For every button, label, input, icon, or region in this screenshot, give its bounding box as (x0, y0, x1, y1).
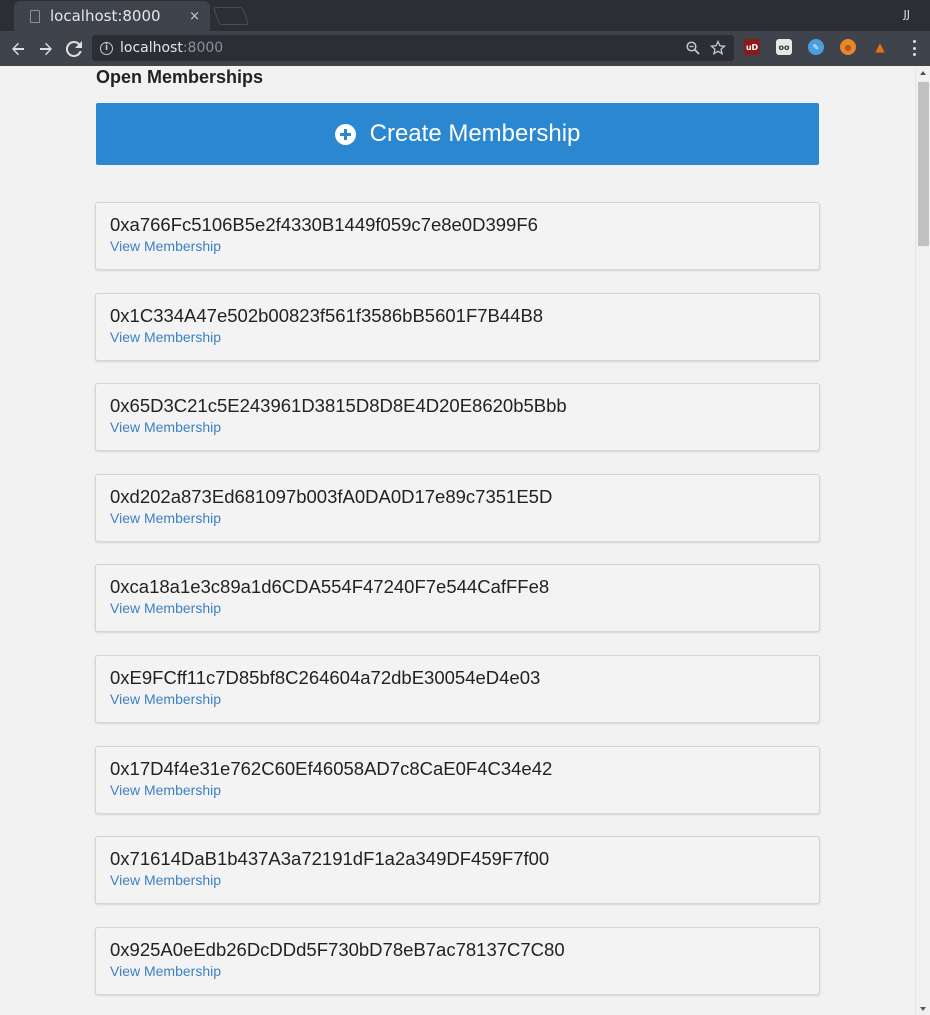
metamask-fox-icon[interactable]: ▲ (872, 39, 888, 55)
scroll-up-arrow-icon[interactable] (920, 71, 926, 75)
scroll-down-arrow-icon[interactable] (920, 1007, 926, 1011)
basketball-icon[interactable]: ● (840, 39, 856, 55)
view-membership-link[interactable]: View Membership (110, 238, 221, 254)
info-icon[interactable]: i (100, 41, 113, 55)
star-icon[interactable] (709, 39, 727, 57)
membership-address: 0x17D4f4e31e762C60Ef46058AD7c8CaE0F4C34e… (110, 758, 553, 779)
reload-icon[interactable] (62, 37, 86, 61)
view-membership-link[interactable]: View Membership (110, 329, 221, 345)
view-membership-link[interactable]: View Membership (110, 782, 221, 798)
browser-menu-icon[interactable] (910, 38, 918, 58)
view-membership-link[interactable]: View Membership (110, 963, 221, 979)
page-icon (30, 9, 40, 23)
browser-tab-bar: localhost:8000 × JJ (0, 0, 930, 31)
membership-address: 0xca18a1e3c89a1d6CDA554F47240F7e544CafFF… (110, 576, 550, 597)
membership-address: 0x65D3C21c5E243961D3815D8D8E4D20E8620b5B… (110, 395, 567, 416)
back-arrow-icon[interactable] (6, 37, 30, 61)
membership-card: 0x1C334A47e502b00823f561f3586bB5601F7B44… (95, 293, 820, 361)
create-membership-label: Create Membership (369, 120, 581, 147)
membership-address: 0x925A0eEdb26DcDDd5F730bD78eB7ac78137C7C… (110, 939, 565, 960)
membership-card: 0x17D4f4e31e762C60Ef46058AD7c8CaE0F4C34e… (95, 746, 820, 814)
view-membership-link[interactable]: View Membership (110, 600, 221, 616)
ublock-origin-icon[interactable]: uD (744, 39, 760, 55)
membership-address: 0xE9FCff11c7D85bf8C264604a72dbE30054eD4e… (110, 667, 541, 688)
new-tab-button[interactable] (212, 7, 250, 25)
scrollbar-thumb[interactable] (918, 82, 929, 246)
page-viewport: Open Memberships Create Membership 0xa76… (0, 66, 915, 1015)
view-membership-link[interactable]: View Membership (110, 691, 221, 707)
membership-card: 0xE9FCff11c7D85bf8C264604a72dbE30054eD4e… (95, 655, 820, 723)
plus-circle-icon (334, 123, 356, 145)
url-port: :8000 (182, 40, 224, 56)
membership-card: 0x925A0eEdb26DcDDd5F730bD78eB7ac78137C7C… (95, 927, 820, 995)
membership-address: 0xa766Fc5106B5e2f4330B1449f059c7e8e0D399… (110, 214, 538, 235)
vertical-scrollbar[interactable] (915, 66, 930, 1015)
address-bar[interactable]: i localhost :8000 (92, 35, 734, 61)
browser-toolbar: i localhost :8000 uD oo ✎ ● ▲ (0, 31, 930, 66)
ghostery-icon[interactable]: oo (776, 39, 792, 55)
forward-arrow-icon[interactable] (34, 37, 58, 61)
feather-icon[interactable]: ✎ (808, 39, 824, 55)
create-membership-button[interactable]: Create Membership (96, 103, 819, 165)
view-membership-link[interactable]: View Membership (110, 510, 221, 526)
membership-address: 0xd202a873Ed681097b003fA0DA0D17e89c7351E… (110, 486, 553, 507)
view-membership-link[interactable]: View Membership (110, 872, 221, 888)
url-host: localhost (120, 40, 183, 56)
page-title: Open Memberships (96, 67, 264, 87)
membership-card: 0xa766Fc5106B5e2f4330B1449f059c7e8e0D399… (95, 202, 820, 270)
close-icon[interactable]: × (189, 9, 200, 24)
view-membership-link[interactable]: View Membership (110, 419, 221, 435)
browser-tab[interactable]: localhost:8000 × (14, 1, 210, 31)
zoom-icon[interactable] (684, 39, 702, 57)
membership-address: 0x1C334A47e502b00823f561f3586bB5601F7B44… (110, 305, 544, 326)
membership-card: 0xca18a1e3c89a1d6CDA554F47240F7e544CafFF… (95, 564, 820, 632)
tab-title: localhost:8000 (50, 7, 161, 25)
membership-card: 0x65D3C21c5E243961D3815D8D8E4D20E8620b5B… (95, 383, 820, 451)
profile-name[interactable]: JJ (904, 8, 911, 21)
membership-card: 0xd202a873Ed681097b003fA0DA0D17e89c7351E… (95, 474, 820, 542)
membership-card: 0x71614DaB1b437A3a72191dF1a2a349DF459F7f… (95, 836, 820, 904)
membership-address: 0x71614DaB1b437A3a72191dF1a2a349DF459F7f… (110, 848, 550, 869)
